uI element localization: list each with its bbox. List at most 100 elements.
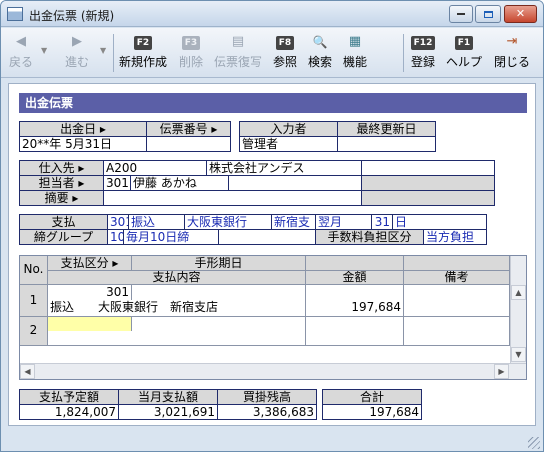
title-bar[interactable]: 出金伝票 (新規) ✕ (1, 1, 543, 27)
maximize-icon (483, 10, 493, 18)
search-label: 検索 (307, 55, 332, 69)
memo-field[interactable] (103, 190, 362, 206)
scroll-up-icon[interactable]: ▲ (511, 285, 526, 300)
search-icon: 🔍 (312, 35, 328, 49)
copy-slip-label: 伝票復写 (213, 55, 262, 69)
row1-pay-code-cell[interactable]: 301 (48, 285, 132, 300)
total-label: 合計 (322, 389, 422, 405)
scroll-right-icon[interactable]: ▶ (494, 364, 509, 379)
col-pay-type-header[interactable]: 支払区分 ▸ (48, 256, 132, 271)
forward-dropdown-icon[interactable]: ▼ (100, 46, 106, 55)
total-value: 197,684 (322, 404, 422, 420)
toolbar-separator (113, 34, 114, 72)
close-group-label: 締グループ (19, 229, 108, 245)
exit-door-icon: ⇥ (506, 34, 518, 49)
close-group-name-field: 毎月10日締 (123, 229, 219, 245)
date-field[interactable]: 20**年 5月31日 (19, 136, 147, 152)
row2-content-cell[interactable] (48, 331, 306, 346)
app-window: 出金伝票 (新規) ✕ ◀ 戻る ▼ ▶ 進む ▼ F2 新規作成 F3 削除 … (0, 0, 544, 452)
f2-key-icon: F2 (133, 36, 153, 50)
copy-slip-button[interactable]: ▤ 伝票復写 (211, 32, 265, 74)
close-button[interactable]: ⇥ 閉じる (490, 32, 534, 74)
payment-day-unit: 日 (392, 214, 487, 230)
staff-label: 担当者 ▸ (19, 175, 104, 191)
memo-arrow-icon: ▸ (72, 191, 79, 205)
f3-key-icon: F3 (181, 36, 201, 50)
col-no-header: No. (20, 256, 48, 285)
row2-bill-due-cell[interactable] (132, 317, 306, 331)
row1-content-cell[interactable]: 振込 大阪東銀行 新宿支店 (48, 300, 306, 317)
date-arrow-icon: ▸ (99, 122, 106, 136)
register-button[interactable]: F12 登録 (407, 32, 439, 74)
staff-arrow-icon: ▸ (78, 176, 85, 190)
close-icon: ✕ (515, 7, 526, 20)
new-button[interactable]: F2 新規作成 (117, 32, 169, 74)
f8-key-icon: F8 (275, 36, 295, 50)
entry-user-label: 入力者 (239, 121, 338, 137)
delete-button[interactable]: F3 削除 (173, 32, 209, 74)
scheduled-label: 支払予定額 (19, 389, 119, 405)
slip-number-field[interactable] (146, 136, 231, 152)
payment-branch-field: 新宿支 (271, 214, 316, 230)
close-window-button[interactable]: ✕ (504, 5, 537, 23)
month-paid-label: 当月支払額 (118, 389, 218, 405)
back-dropdown-icon[interactable]: ▼ (41, 46, 47, 55)
window-icon (7, 7, 23, 21)
detail-grid[interactable]: No. 支払区分 ▸ 手形期日 支払内容 金額 備考 1 301 振込 大阪東銀… (19, 255, 527, 380)
row1-bill-due-cell[interactable] (132, 285, 306, 300)
forward-button[interactable]: ▶ 進む (57, 32, 97, 74)
minimize-button[interactable] (449, 5, 473, 23)
month-paid-value: 3,021,691 (118, 404, 218, 420)
scroll-left-icon[interactable]: ◀ (20, 364, 35, 379)
refer-button[interactable]: F8 参照 (269, 32, 301, 74)
col-amount-top-header (306, 256, 404, 271)
staff-name-field: 伊藤 あかね (130, 175, 229, 191)
payment-method-field: 振込 (128, 214, 185, 230)
search-button[interactable]: 🔍 検索 (304, 32, 336, 74)
row2-pay-code-cell[interactable] (48, 317, 132, 331)
row2-amount-cell[interactable] (306, 317, 404, 346)
payment-code-field: 301 (107, 214, 129, 230)
grid-vertical-scrollbar[interactable]: ▲ ▼ (510, 256, 526, 363)
close-label: 閉じる (493, 55, 530, 69)
scroll-down-icon[interactable]: ▼ (511, 347, 526, 362)
col-amount-header: 金額 (306, 271, 404, 285)
pay-type-arrow-icon: ▸ (112, 256, 119, 270)
back-label: 戻る (8, 55, 33, 69)
row1-note-cell[interactable] (404, 285, 510, 317)
function-label: 機能 (342, 55, 367, 69)
function-icon: ▦ (348, 34, 362, 49)
status-bar (1, 430, 543, 451)
memo-label: 摘要 ▸ (19, 190, 104, 206)
delete-label: 削除 (178, 55, 203, 69)
scheduled-value: 1,824,007 (19, 404, 119, 420)
row1-amount-cell[interactable]: 197,684 (306, 285, 404, 317)
close-group-code-field: 10 (107, 229, 124, 245)
f1-key-icon: F1 (454, 36, 474, 50)
staff-code-field[interactable]: 301 (103, 175, 131, 191)
payment-month-field: 翌月 (315, 214, 372, 230)
toolbar-separator (403, 34, 404, 72)
window-title: 出金伝票 (新規) (29, 9, 115, 23)
grid-horizontal-scrollbar[interactable]: ◀ ▶ (20, 363, 526, 379)
updated-date-label: 最終更新日 (337, 121, 436, 137)
row2-note-cell[interactable] (404, 317, 510, 346)
row-number: 1 (20, 285, 48, 317)
vendor-code-field[interactable]: A200 (103, 160, 207, 176)
refer-label: 参照 (272, 55, 297, 69)
memo-disabled-field (361, 190, 495, 206)
resize-grip-icon[interactable] (528, 437, 540, 449)
function-button[interactable]: ▦ 機能 (339, 32, 371, 74)
forward-label: 進む (64, 55, 89, 69)
form-area: 出金伝票 出金日 ▸ 伝票番号 ▸ 20**年 5月31日 入力者 最終更新日 … (8, 83, 536, 426)
register-label: 登録 (410, 55, 435, 69)
back-arrow-icon: ◀ (16, 34, 26, 49)
staff-disabled-field (361, 175, 495, 191)
maximize-button[interactable] (475, 5, 501, 23)
fee-field: 当方負担 (423, 229, 487, 245)
help-button[interactable]: F1 ヘルプ (442, 32, 486, 74)
col-note-header: 備考 (404, 271, 510, 285)
back-button[interactable]: ◀ 戻る (5, 32, 37, 74)
payment-day-field: 31 (371, 214, 393, 230)
close-group-extra-field (218, 229, 316, 245)
